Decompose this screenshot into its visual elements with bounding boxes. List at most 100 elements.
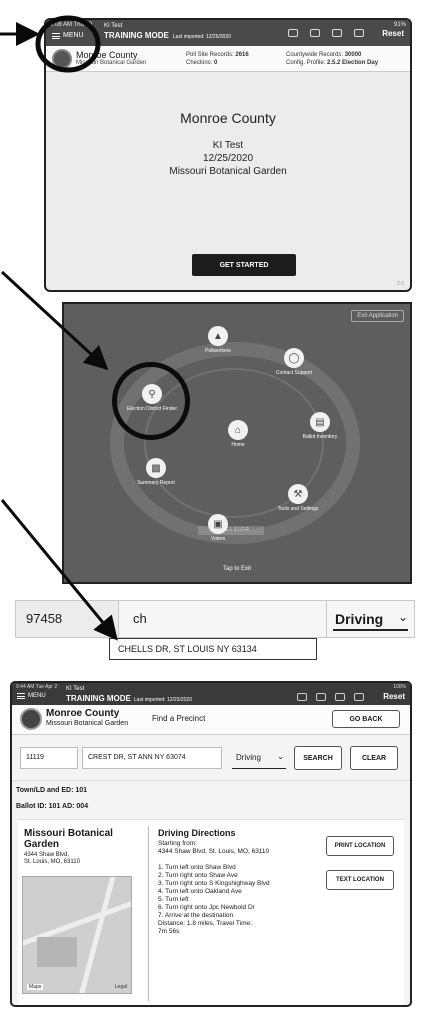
mode-label: TRAINING MODE	[66, 694, 131, 703]
address-line-1: 4344 Shaw Blvd,	[24, 852, 70, 858]
app-title: KI Test	[66, 686, 85, 692]
direction-step: 7. Arrive at the destination	[158, 912, 234, 919]
chevron-down-icon: ⌄	[397, 610, 408, 624]
print-location-button[interactable]: PRINT LOCATION	[326, 836, 394, 856]
hamburger-icon	[17, 693, 25, 699]
countywide-value: 30000	[344, 52, 362, 58]
chevron-down-icon: ⌄	[277, 752, 284, 761]
last-imported: Last imported: 12/25/2020	[133, 697, 192, 703]
last-imported: Last imported: 12/25/2020	[172, 34, 231, 40]
checkins-value: 0	[214, 60, 218, 66]
page-title: Find a Precinct	[152, 714, 206, 723]
street-input[interactable]: CREST DR, ST ANN NY 63074	[82, 747, 222, 769]
contact-support-label: Contact Support	[275, 370, 313, 376]
exit-application-button[interactable]: Exit Application	[351, 310, 404, 322]
site-name: Missouri Botanical Garden	[76, 60, 147, 66]
voters-label: Voters	[210, 536, 226, 542]
training-mode: TRAINING MODE Last imported: 12/25/2020	[66, 694, 192, 703]
directions-title: Driving Directions	[158, 828, 236, 838]
starting-address: 4344 Shaw Blvd, St. Louis, MO, 63110	[158, 848, 270, 855]
users-icon[interactable]	[354, 29, 364, 37]
poll-site-records: Poll Site Records: 2616 Checkins: 0	[186, 51, 249, 67]
info-bar: Monroe County Missouri Botanical Garden …	[46, 46, 410, 72]
direction-step: 5. Turn left	[158, 896, 189, 903]
county-name: Monroe County	[76, 50, 138, 60]
home-label: Home	[231, 442, 245, 448]
zip-input[interactable]: 97458	[15, 600, 119, 638]
direction-step: 2. Turn right onto Shaw Ave	[158, 872, 238, 879]
menu-button[interactable]: MENU	[52, 32, 84, 39]
pollworkers-label: Pollworkers	[205, 348, 231, 354]
pollworkers-node[interactable]: ▲ Pollworkers	[188, 326, 248, 354]
tools-settings-node[interactable]: ⚒ Tools and Settings	[268, 484, 328, 512]
contact-support-node[interactable]: ◯ Contact Support	[264, 348, 324, 376]
summary-report-node[interactable]: ▩ Summary Report	[126, 458, 186, 486]
toolbar-icons	[288, 29, 364, 37]
reset-button[interactable]: Reset	[383, 692, 405, 701]
search-button[interactable]: SEARCH	[294, 746, 342, 770]
reset-button[interactable]: Reset	[382, 29, 404, 38]
zip-input[interactable]: 11119	[20, 747, 78, 769]
home-node[interactable]: ⌂ Home	[208, 420, 268, 448]
travel-mode-value: Driving	[236, 753, 261, 762]
county-name: Monroe County	[46, 708, 120, 719]
print-icon[interactable]	[310, 29, 320, 37]
clear-button[interactable]: CLEAR	[350, 746, 398, 770]
ballot-id: Ballot ID: 101 AD: 004	[16, 803, 89, 810]
travel-mode-select[interactable]: Driving ⌄	[232, 747, 286, 769]
home-menu-screen: Exit Application EXCELSIOR ▲ Pollworkers…	[62, 302, 412, 584]
county-seal-icon	[20, 708, 42, 730]
go-back-button[interactable]: GO BACK	[332, 710, 400, 728]
address-suggestion[interactable]: CHELLS DR, ST LOUIS NY 63134	[109, 638, 317, 660]
top-bar: 9:08 AM Thu 10 91% MENU KI Test TRAINING…	[46, 20, 410, 46]
select-underline	[333, 629, 408, 631]
directions-text: Starting from: 4344 Shaw Blvd, St. Louis…	[158, 840, 328, 936]
maps-logo: Maps	[27, 984, 44, 990]
travel-mode-select[interactable]: Driving ⌄	[327, 600, 415, 638]
poll-site-value: 2616	[235, 52, 249, 58]
site-name: Missouri Botanical Garden	[46, 720, 129, 727]
report-icon: ▩	[146, 458, 166, 478]
app-title: KI Test	[104, 23, 123, 29]
map-legal-link[interactable]: Legal	[115, 984, 127, 990]
starting-label: Starting from:	[158, 840, 198, 847]
voters-node[interactable]: ▣ Voters	[188, 514, 248, 542]
profile-value: 2.5.2 Election Day	[327, 60, 379, 66]
training-mode: TRAINING MODE Last imported: 12/25/2020	[104, 31, 231, 40]
location-map[interactable]: Maps Legal	[22, 876, 132, 994]
cloud-icon[interactable]	[335, 693, 345, 701]
tools-settings-label: Tools and Settings	[277, 506, 319, 512]
distance-time: Distance: 1.8 miles, Travel Time:	[158, 920, 252, 927]
result-site-name: Missouri Botanical Garden	[24, 828, 113, 850]
map-road	[73, 877, 118, 993]
direction-step: 1. Turn left onto Shaw Blvd	[158, 864, 236, 871]
header-bar: Monroe County Missouri Botanical Garden …	[12, 705, 410, 735]
battery-level: 100%	[393, 684, 406, 690]
status-time: 9:08 AM Thu 10	[50, 22, 93, 28]
mail-icon[interactable]	[297, 693, 307, 701]
print-icon[interactable]	[316, 693, 326, 701]
users-icon[interactable]	[354, 693, 364, 701]
find-precinct-screen: 9:44 AM Tue Apr 2 100% MENU KI Test TRAI…	[10, 681, 412, 1007]
street-input[interactable]: ch	[119, 600, 327, 638]
get-started-button[interactable]: GET STARTED	[192, 254, 296, 276]
menu-button[interactable]: MENU	[17, 693, 46, 699]
mail-icon[interactable]	[288, 29, 298, 37]
voters-icon: ▣	[208, 514, 228, 534]
ballot-inventory-node[interactable]: ▤ Ballot Inventory	[290, 412, 350, 440]
direction-step: 3. Turn right onto S Kingshighway Blvd	[158, 880, 270, 887]
ballot-icon: ▤	[310, 412, 330, 432]
mode-label: TRAINING MODE	[104, 31, 169, 40]
welcome-test: KI Test	[212, 140, 244, 151]
cloud-icon[interactable]	[332, 29, 342, 37]
search-row: 11119 CREST DR, ST ANN NY 63074 Driving …	[12, 735, 410, 781]
direction-step: 6. Turn right onto Jpc Newbold Dr	[158, 904, 255, 911]
result-address: 4344 Shaw Blvd, St. Louis, MO, 63110	[24, 852, 80, 866]
profile-label: Config. Profile:	[286, 60, 326, 66]
tap-to-exit[interactable]: Tap to Exit	[64, 566, 410, 572]
version-text: 2.5	[397, 281, 404, 287]
countywide-records: Countywide Records: 30000 Config. Profil…	[286, 51, 378, 67]
welcome-site: Missouri Botanical Garden	[169, 166, 287, 177]
text-location-button[interactable]: TEXT LOCATION	[326, 870, 394, 890]
toolbar-icons	[297, 693, 364, 701]
